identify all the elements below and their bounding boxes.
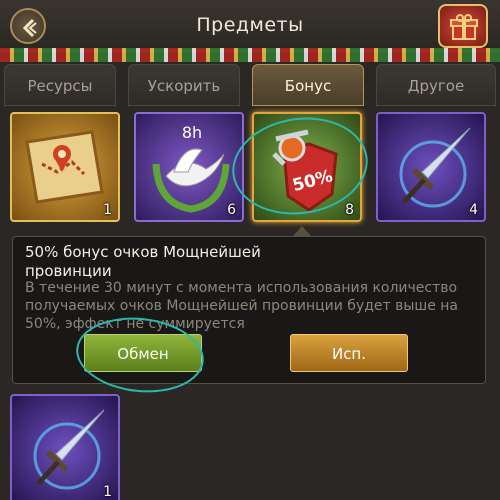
item-count: 1 (103, 202, 112, 218)
item-peace-dove[interactable]: 8h 6 (134, 112, 244, 222)
exchange-button[interactable]: Обмен (84, 334, 202, 372)
category-tabs: Ресурсы Ускорить Бонус Другое (0, 64, 500, 108)
item-map-scroll[interactable]: 1 (10, 112, 120, 222)
tab-speedup[interactable]: Ускорить (128, 64, 240, 106)
item-count: 6 (227, 202, 236, 218)
duration-badge: 8h (182, 123, 202, 142)
page-title: Предметы (196, 14, 304, 36)
top-bar: Предметы (0, 0, 500, 52)
item-sword-2[interactable]: 1 (10, 394, 120, 500)
tab-resources[interactable]: Ресурсы (4, 64, 116, 106)
popup-description: В течение 30 минут с момента использован… (25, 280, 459, 332)
tab-other[interactable]: Другое (376, 64, 496, 106)
use-button[interactable]: Исп. (290, 334, 408, 372)
item-count: 8 (345, 202, 354, 218)
gift-box-icon (450, 14, 478, 40)
item-count: 4 (469, 202, 478, 218)
item-sword[interactable]: 4 (376, 112, 486, 222)
item-power-bonus[interactable]: 50% 8 (252, 112, 362, 222)
tab-bonus[interactable]: Бонус (252, 64, 364, 106)
item-count: 1 (103, 484, 112, 500)
popup-title: 50% бонус очков Мощнейшей провинции (25, 243, 261, 280)
decorative-garland (0, 48, 500, 62)
gift-button[interactable] (438, 4, 488, 48)
